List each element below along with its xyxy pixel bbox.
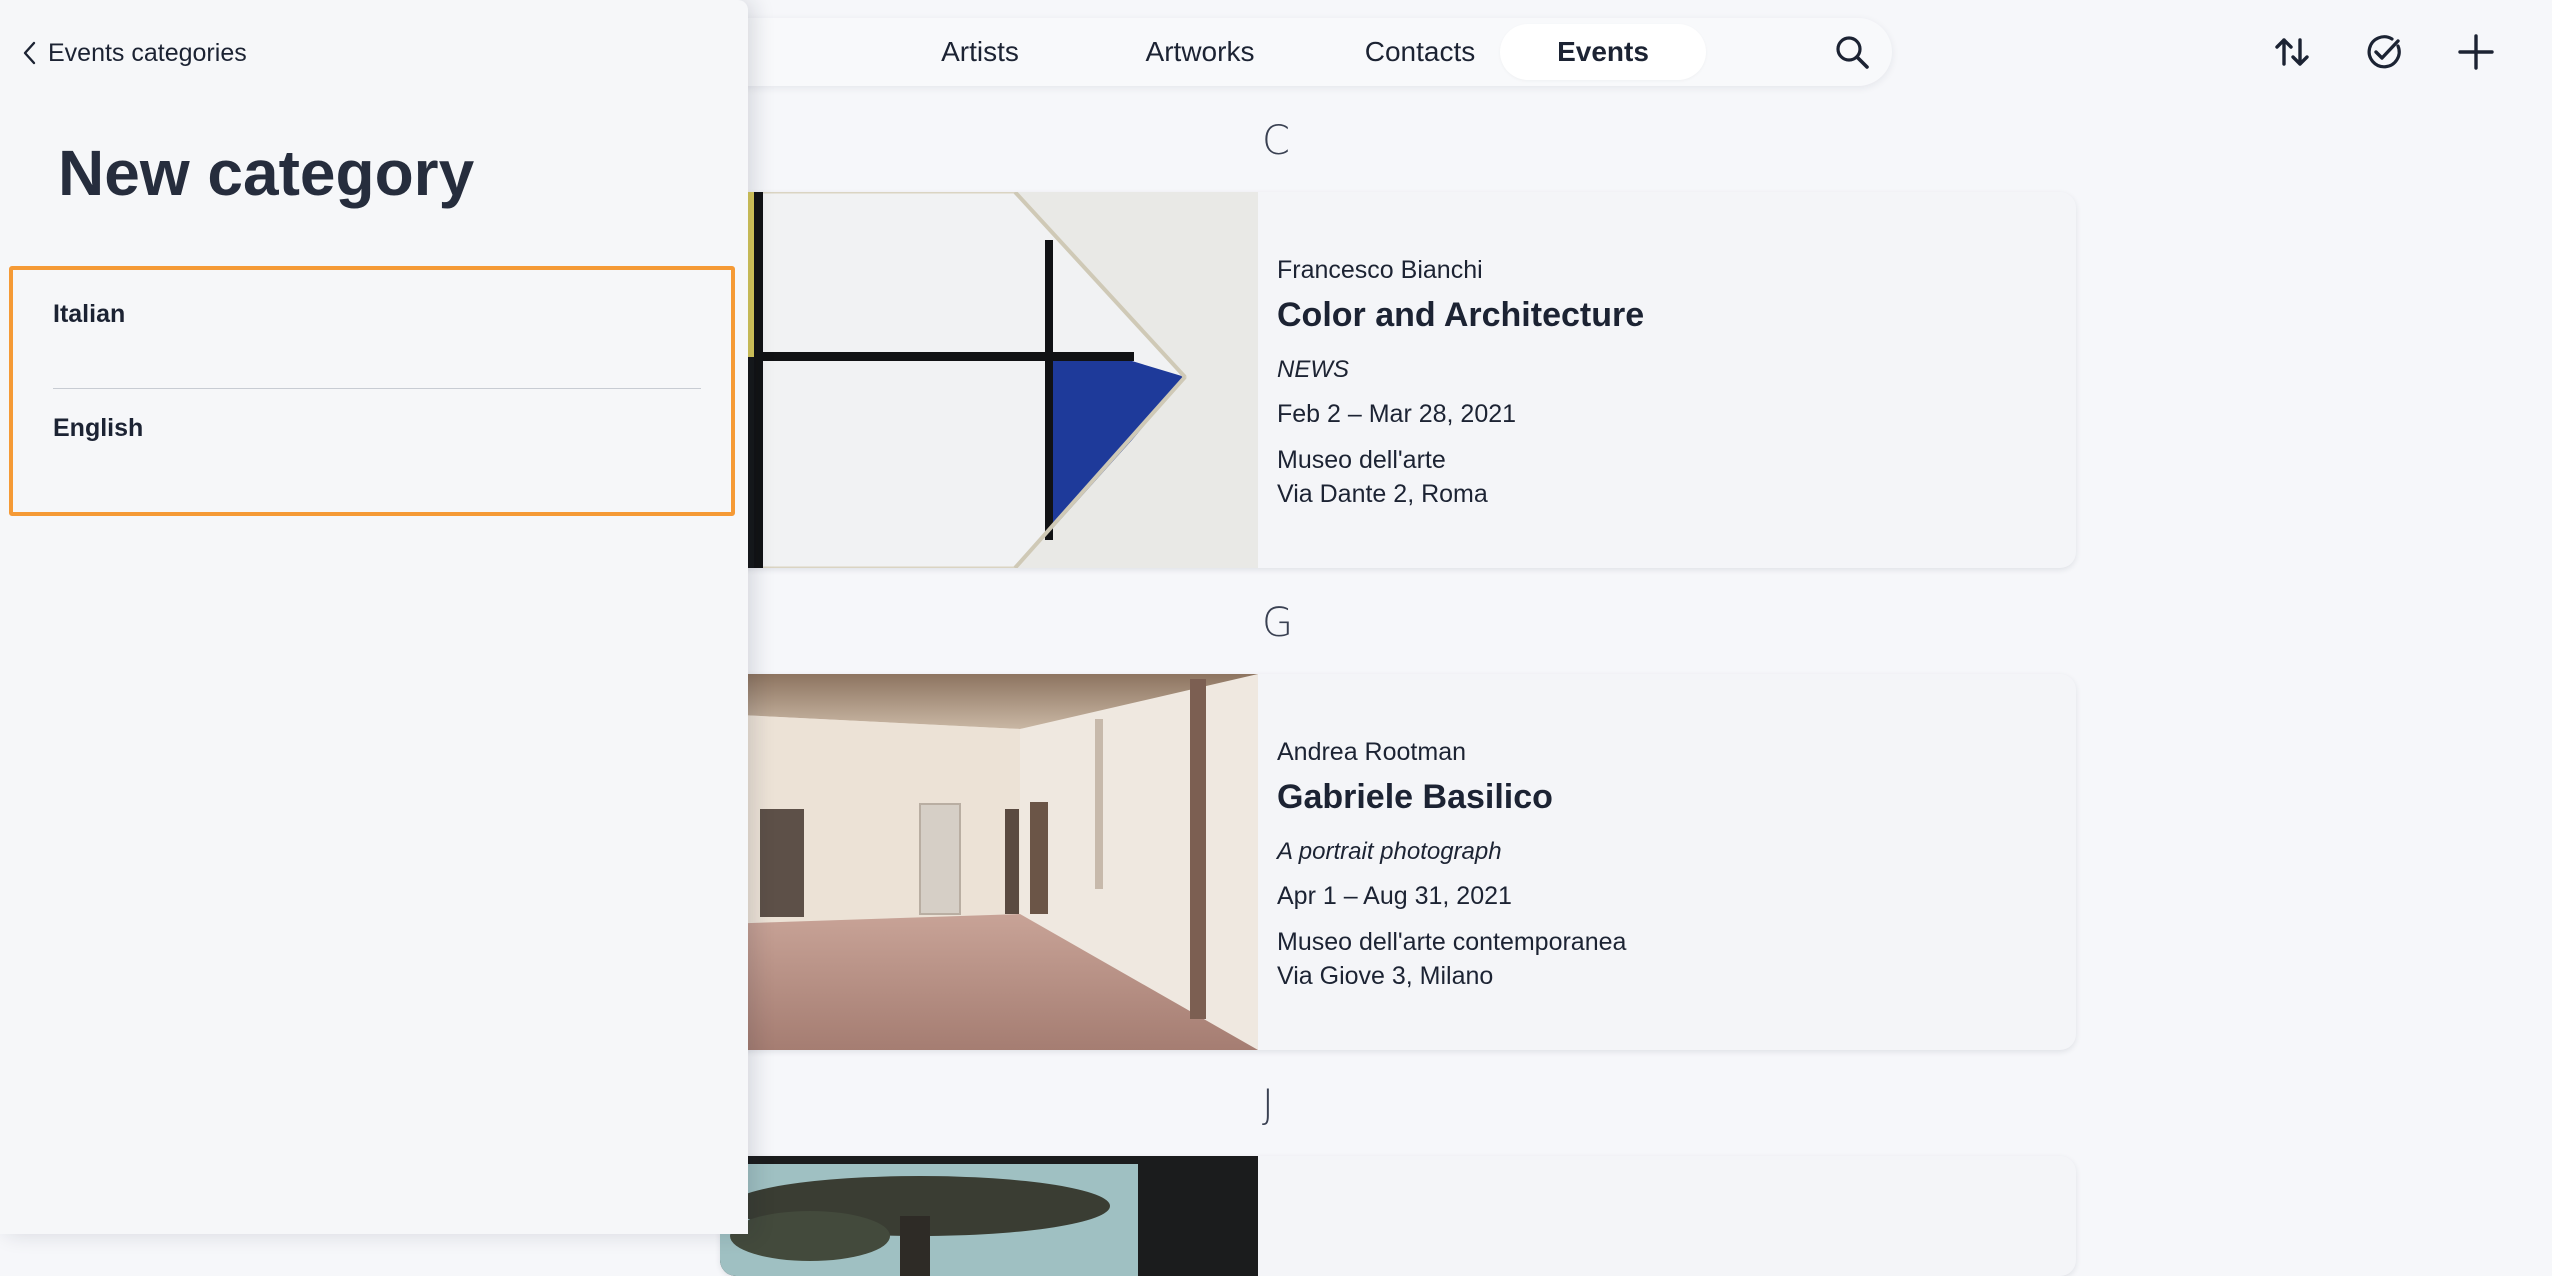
check-circle-icon[interactable] xyxy=(2362,30,2406,74)
new-category-panel: Events categories New category Italian E… xyxy=(0,0,748,1234)
event-author: Francesco Bianchi xyxy=(1277,256,1483,284)
event-card[interactable]: Francesco Bianchi Color and Architecture… xyxy=(720,192,2076,568)
tab-events[interactable]: Events xyxy=(1500,24,1706,80)
page-title: New category xyxy=(58,137,475,209)
language-fields-group: Italian English xyxy=(9,266,735,516)
top-navigation: Artists Artworks Contacts Events xyxy=(620,18,1892,86)
event-image xyxy=(720,192,1258,568)
sort-icon[interactable] xyxy=(2270,30,2314,74)
event-title: Color and Architecture xyxy=(1277,296,1645,334)
chevron-left-icon xyxy=(23,41,36,65)
event-image xyxy=(720,674,1258,1050)
english-field[interactable]: English xyxy=(53,414,701,484)
event-venue: Museo dell'arte contemporanea xyxy=(1277,928,1627,956)
back-link[interactable]: Events categories xyxy=(22,36,247,70)
event-card[interactable] xyxy=(720,1156,2076,1276)
event-venue: Museo dell'arte xyxy=(1277,446,1446,474)
italian-field[interactable]: Italian xyxy=(53,300,701,389)
section-letter: C xyxy=(1262,118,1290,164)
search-icon[interactable] xyxy=(1832,32,1872,72)
tab-contacts[interactable]: Contacts xyxy=(1320,24,1520,80)
italian-field-label: Italian xyxy=(53,300,126,328)
event-image xyxy=(720,1156,1258,1276)
event-dates: Apr 1 – Aug 31, 2021 xyxy=(1277,882,1512,910)
event-address: Via Dante 2, Roma xyxy=(1277,480,1488,508)
event-info: Francesco Bianchi Color and Architecture… xyxy=(1277,192,2076,568)
event-subtitle: NEWS xyxy=(1277,356,1349,383)
plus-icon[interactable] xyxy=(2454,30,2498,74)
event-subtitle: A portrait photograph xyxy=(1277,838,1502,865)
event-card[interactable]: Andrea Rootman Gabriele Basilico A portr… xyxy=(720,674,2076,1050)
section-letter: G xyxy=(1262,600,1293,646)
event-dates: Feb 2 – Mar 28, 2021 xyxy=(1277,400,1517,428)
section-letter: J xyxy=(1262,1082,1274,1128)
event-info: Andrea Rootman Gabriele Basilico A portr… xyxy=(1277,674,2076,1050)
event-title: Gabriele Basilico xyxy=(1277,778,1553,816)
tab-artworks[interactable]: Artworks xyxy=(1100,24,1300,80)
event-author: Andrea Rootman xyxy=(1277,738,1467,766)
tab-artists[interactable]: Artists xyxy=(895,24,1065,80)
event-address: Via Giove 3, Milano xyxy=(1277,962,1494,990)
english-field-label: English xyxy=(53,414,144,442)
back-link-label: Events categories xyxy=(48,38,247,67)
